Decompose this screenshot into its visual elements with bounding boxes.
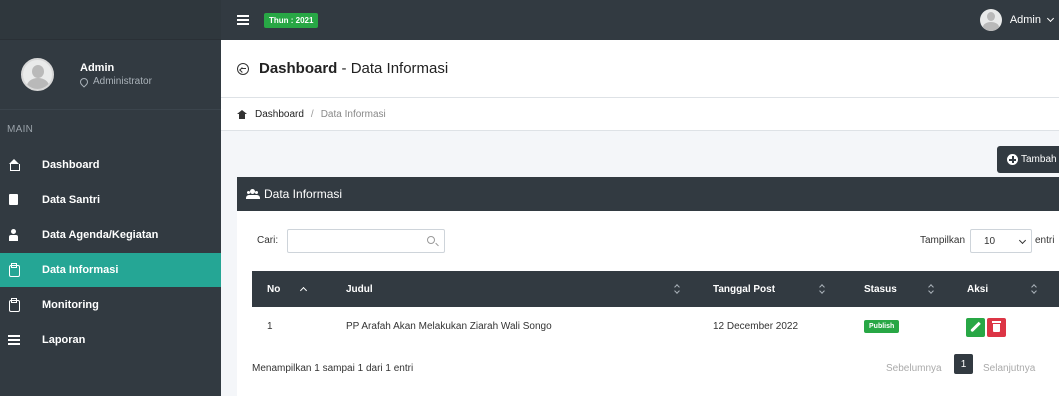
page-title: Dashboard - Data Informasi	[259, 60, 448, 77]
sort-icon	[820, 285, 825, 294]
avatar[interactable]	[21, 58, 54, 91]
add-button-label: Tambah	[1021, 154, 1057, 165]
sort-icon	[1032, 285, 1037, 294]
breadcrumb-current: Data Informasi	[320, 108, 386, 120]
page-length-select[interactable]: 10	[970, 229, 1032, 253]
sidebar-brand	[0, 0, 221, 40]
sidebar-user-name: Admin	[80, 62, 115, 74]
sidebar-user-role-text: Administrator	[93, 76, 152, 87]
chevron-down-icon	[1046, 14, 1055, 23]
cell-status: Publish	[864, 307, 900, 345]
sidebar-item-label: Monitoring	[42, 299, 99, 311]
person-icon	[8, 229, 20, 241]
menu-toggle-icon[interactable]	[237, 15, 249, 25]
search-icon	[427, 236, 435, 244]
book-icon	[8, 194, 20, 206]
table-controls: Cari: Tampilkan 10 entri	[237, 211, 1059, 269]
page-header: Dashboard - Data Informasi	[221, 40, 1059, 98]
list-icon	[8, 334, 20, 346]
trash-icon	[992, 321, 1001, 332]
home-icon	[8, 159, 20, 171]
pagination-page[interactable]: 1	[954, 354, 973, 374]
column-header-label: Tanggal Post	[713, 283, 776, 295]
sidebar-item-data-informasi[interactable]: Data Informasi	[0, 253, 221, 287]
column-header-label: Stasus	[864, 283, 897, 295]
column-header-status[interactable]: Stasus	[864, 271, 897, 307]
clipboard-icon	[8, 298, 20, 312]
plus-circle-icon	[1007, 154, 1018, 165]
sidebar-item-data-agenda[interactable]: Data Agenda/Kegiatan	[0, 218, 221, 252]
user-menu[interactable]: Admin	[979, 0, 1055, 40]
pagination-next[interactable]: Selanjutnya	[983, 363, 1035, 374]
user-menu-name: Admin	[1009, 14, 1041, 26]
cell-judul: PP Arafah Akan Melakukan Ziarah Wali Son…	[346, 320, 552, 332]
column-header-label: No	[267, 283, 281, 295]
table-header: No Judul Tanggal Post Stasus Aksi	[252, 271, 1059, 307]
sidebar-item-label: Laporan	[42, 334, 86, 346]
breadcrumb-link-dashboard[interactable]: Dashboard	[255, 109, 304, 120]
cell-tanggal: 12 December 2022	[713, 320, 799, 332]
home-icon	[237, 109, 247, 119]
sidebar-item-dashboard[interactable]: Dashboard	[0, 148, 221, 182]
sidebar-item-label: Dashboard	[42, 159, 100, 171]
sidebar-item-laporan[interactable]: Laporan	[0, 323, 221, 357]
sidebar: Admin Administrator MAIN Dashboard Data …	[0, 0, 221, 396]
cell-no: 1	[267, 320, 273, 332]
page-length-suffix: entri	[1035, 235, 1055, 246]
page-length-label: Tampilkan	[920, 235, 966, 246]
sidebar-item-data-santri[interactable]: Data Santri	[0, 183, 221, 217]
column-header-tanggal[interactable]: Tanggal Post	[713, 271, 775, 307]
sidebar-item-label: Data Informasi	[42, 264, 119, 276]
page-title-rest: - Data Informasi	[337, 60, 449, 77]
sort-icon	[675, 285, 680, 294]
card-header: Data Informasi	[237, 177, 1059, 211]
pencil-icon	[970, 321, 981, 333]
chevron-down-icon	[1018, 236, 1027, 245]
search-input[interactable]	[287, 229, 445, 253]
top-navbar: Thun : 2021 Admin	[221, 0, 1059, 40]
page-length-value: 10	[984, 235, 996, 247]
column-header-label: Aksi	[967, 283, 989, 295]
table-row: 1 PP Arafah Akan Melakukan Ziarah Wali S…	[252, 307, 1059, 345]
year-badge: Thun : 2021	[264, 12, 319, 28]
add-button[interactable]: Tambah	[997, 146, 1059, 173]
search-label: Cari:	[257, 235, 279, 246]
column-header-aksi[interactable]: Aksi	[967, 271, 988, 307]
pagination-previous[interactable]: Sebelumnya	[886, 363, 942, 374]
column-header-label: Judul	[346, 283, 373, 295]
edit-button[interactable]	[966, 318, 985, 337]
sidebar-item-label: Data Santri	[42, 194, 101, 206]
delete-button[interactable]	[987, 318, 1006, 337]
sidebar-section-title: MAIN	[7, 124, 34, 135]
data-card: Data Informasi Cari: Tampilkan 10 entri …	[237, 177, 1059, 396]
column-header-judul[interactable]: Judul	[346, 271, 373, 307]
sidebar-item-label: Data Agenda/Kegiatan	[42, 229, 159, 241]
avatar	[979, 9, 1002, 31]
table-info: Menampilkan 1 sampai 1 dari 1 entri	[252, 363, 414, 374]
clipboard-icon	[8, 263, 20, 277]
data-table: No Judul Tanggal Post Stasus Aksi 1 PP A…	[252, 271, 1059, 345]
column-header-no[interactable]: No	[267, 271, 280, 307]
sidebar-user-role: Administrator	[78, 75, 152, 88]
card-title: Data Informasi	[264, 187, 343, 201]
breadcrumb: Dashboard / Data Informasi	[221, 98, 1059, 131]
status-badge: Publish	[864, 319, 900, 333]
breadcrumb-separator: /	[310, 108, 314, 120]
sort-icon	[929, 285, 934, 294]
back-arrow-icon[interactable]	[237, 62, 249, 75]
sort-ascending-icon	[299, 286, 308, 295]
map-pin-icon	[78, 75, 90, 88]
users-icon	[246, 189, 260, 199]
sidebar-item-monitoring[interactable]: Monitoring	[0, 288, 221, 322]
sidebar-user-panel: Admin Administrator	[0, 40, 221, 110]
page-title-bold: Dashboard	[259, 60, 338, 77]
